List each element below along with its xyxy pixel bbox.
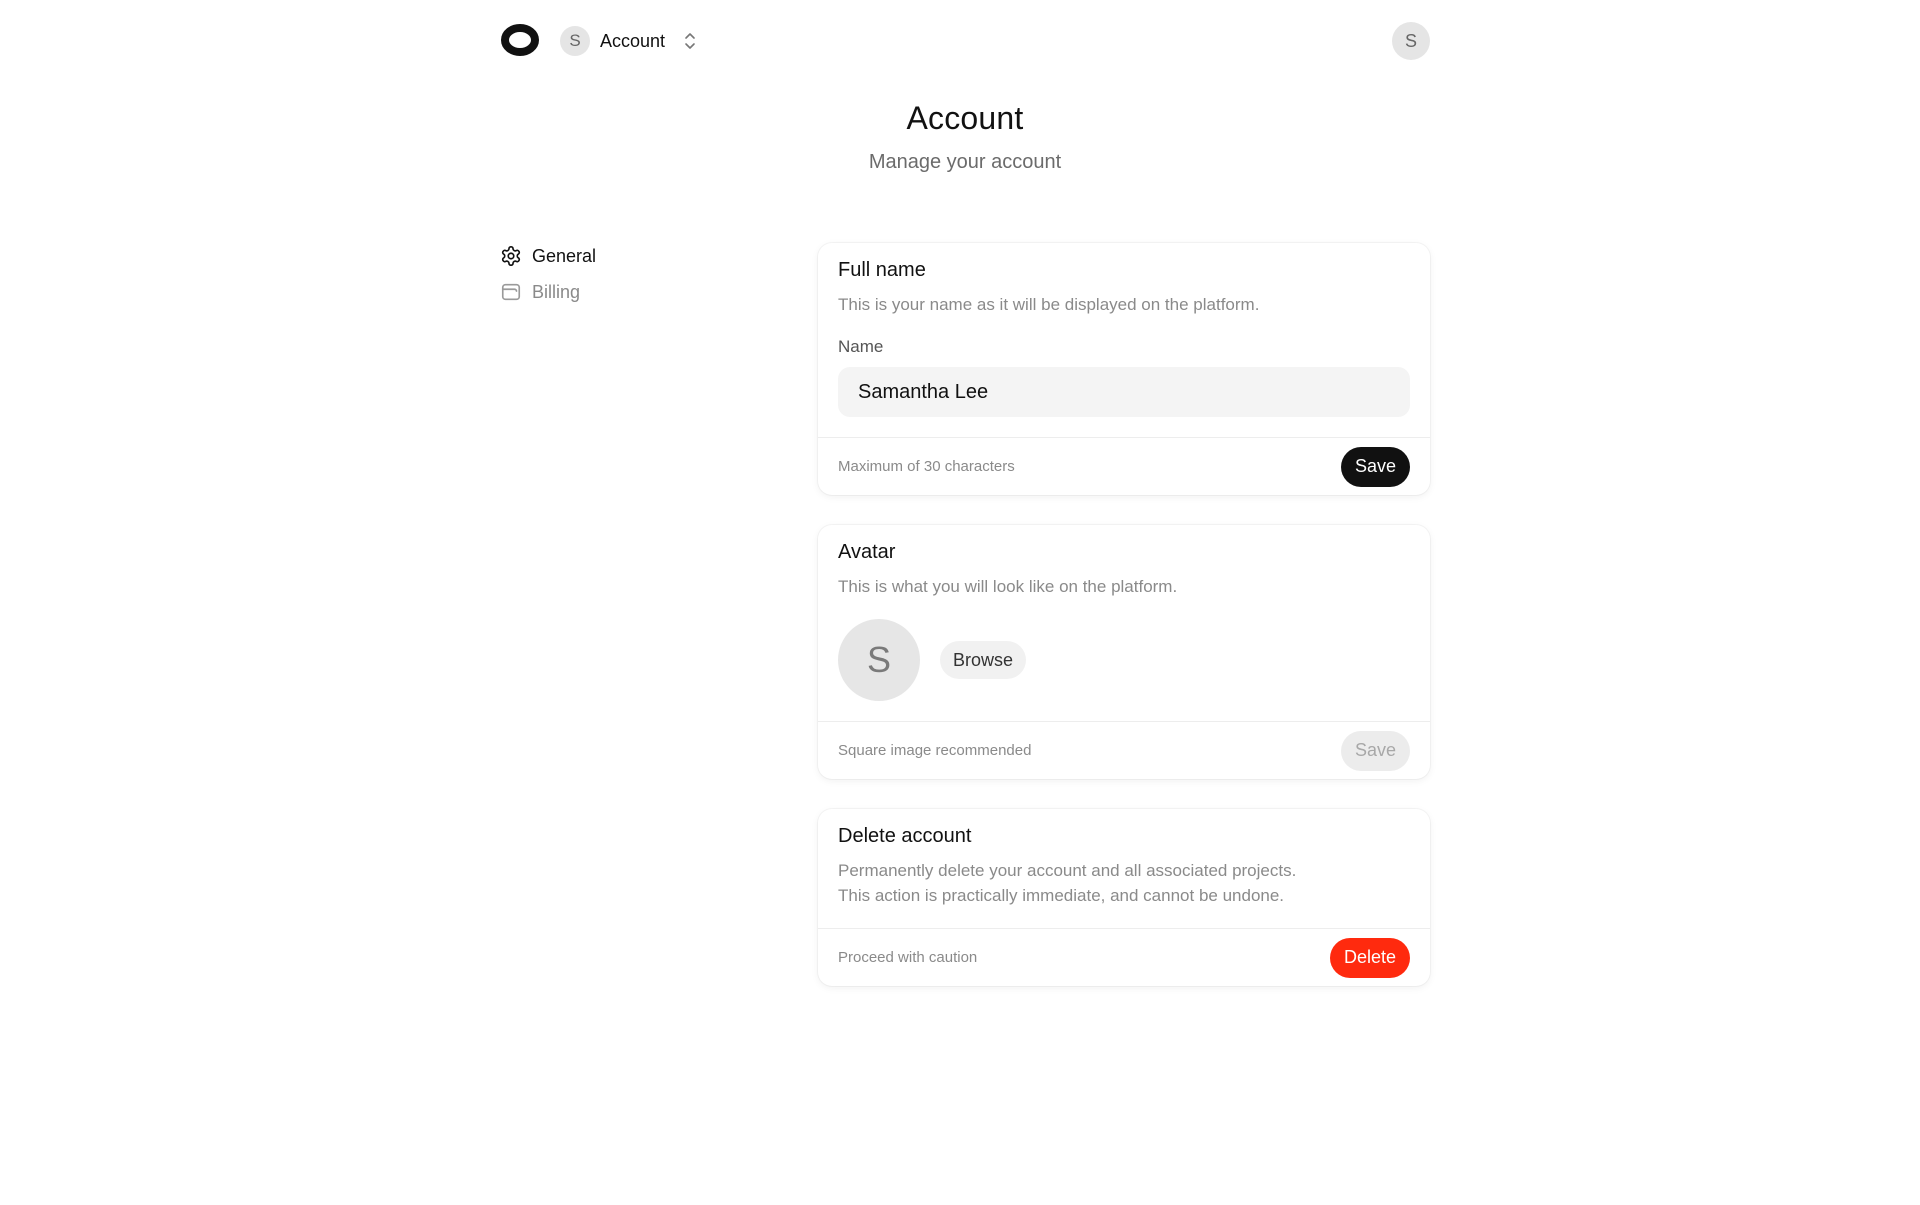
user-avatar-button[interactable]: S [1392, 22, 1430, 60]
avatar-row: S Browse [838, 619, 1410, 701]
full-name-card: Full name This is your name as it will b… [818, 243, 1430, 495]
account-avatar: S [560, 26, 590, 56]
footer-note: Proceed with caution [838, 949, 978, 966]
ring-logo-icon[interactable] [500, 22, 540, 58]
avatar-preview: S [838, 619, 920, 701]
settings-sidebar: General Billing [500, 238, 700, 310]
save-name-button[interactable]: Save [1340, 446, 1410, 487]
browse-button[interactable]: Browse [940, 641, 1027, 679]
sidebar-item-billing[interactable]: Billing [500, 274, 700, 310]
card-description: This is what you will look like on the p… [838, 577, 1178, 596]
chevrons-up-down-icon [683, 31, 697, 51]
card-footer: Proceed with caution Delete [818, 928, 1430, 986]
page-title: Account [906, 100, 1024, 136]
card-title: Avatar [838, 541, 896, 563]
sidebar-item-label: General [532, 245, 597, 266]
card-footer: Square image recommended Save [818, 721, 1430, 779]
description-line: This action is practically immediate, an… [838, 886, 1285, 905]
page-subtitle: Manage your account [868, 151, 1062, 173]
card-title: Full name [838, 259, 926, 281]
settings-content: Full name This is your name as it will b… [818, 243, 1430, 1016]
footer-note: Maximum of 30 characters [838, 458, 1015, 475]
name-field-label: Name [838, 337, 884, 356]
delete-account-button[interactable]: Delete [1329, 937, 1410, 978]
card-title: Delete account [838, 825, 972, 847]
name-input[interactable] [838, 367, 1410, 417]
description-line: Permanently delete your account and all … [838, 861, 1297, 880]
sidebar-item-label: Billing [532, 281, 581, 302]
wallet-icon [500, 281, 522, 303]
card-description: This is your name as it will be displaye… [838, 295, 1260, 314]
card-description: Permanently delete your account and all … [838, 858, 1410, 908]
avatar-card: Avatar This is what you will look like o… [818, 525, 1430, 779]
footer-note: Square image recommended [838, 742, 1032, 759]
account-switcher-label: Account [600, 30, 666, 51]
gear-icon [500, 245, 522, 267]
page-header: Account Manage your account [0, 100, 1920, 174]
sidebar-item-general[interactable]: General [500, 238, 700, 274]
account-page: S Account S Account Manage your account [0, 0, 1920, 1205]
top-bar: S Account S [500, 20, 1430, 62]
account-switcher[interactable]: S Account [560, 26, 697, 56]
delete-account-card: Delete account Permanently delete your a… [818, 809, 1430, 986]
card-footer: Maximum of 30 characters Save [818, 437, 1430, 495]
save-avatar-button[interactable]: Save [1340, 730, 1410, 771]
